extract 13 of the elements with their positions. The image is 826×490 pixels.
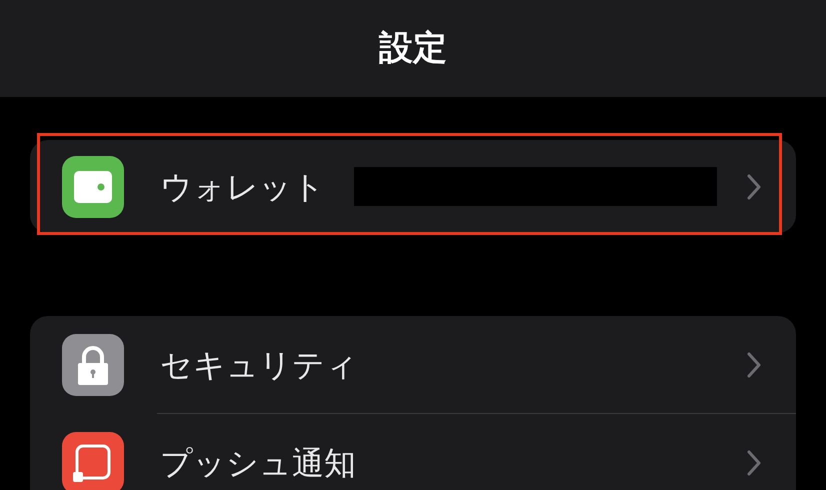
chevron-icon xyxy=(747,450,761,476)
screen-title: 設定 xyxy=(379,27,447,70)
lock-icon xyxy=(62,334,124,396)
wallet-icon xyxy=(62,156,124,218)
settings-row[interactable]: セキュリティ xyxy=(30,316,796,413)
row-label: セキュリティ xyxy=(160,344,358,386)
settings-row[interactable]: プッシュ通知 xyxy=(30,414,796,490)
chevron-icon xyxy=(747,352,761,378)
settings-row[interactable]: ウォレット xyxy=(30,140,796,233)
notification-icon xyxy=(62,432,124,490)
row-label: プッシュ通知 xyxy=(160,442,356,484)
chevron-icon xyxy=(747,174,761,200)
row-label: ウォレット xyxy=(160,166,325,208)
